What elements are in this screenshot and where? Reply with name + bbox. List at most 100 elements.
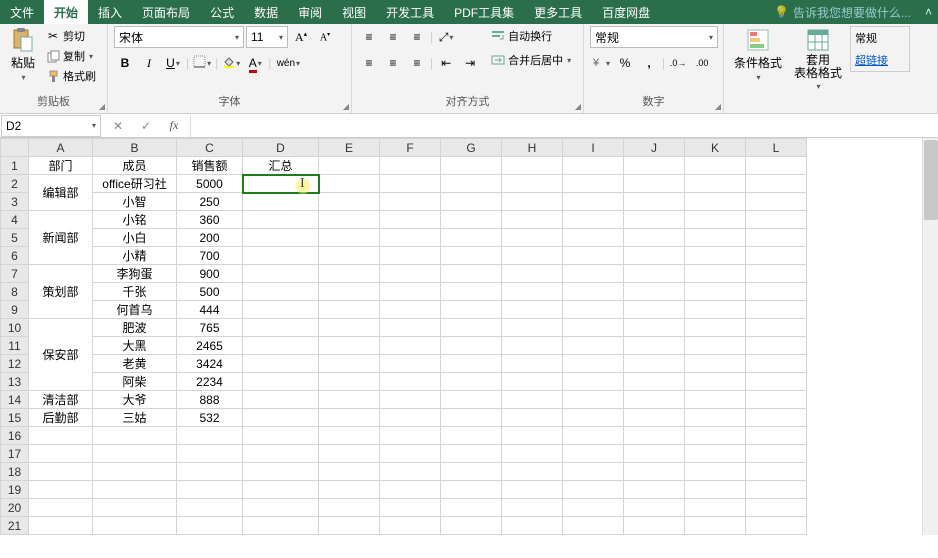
col-header-G[interactable]: G (441, 139, 502, 157)
cell-I7[interactable] (563, 265, 624, 283)
cell-D17[interactable] (243, 445, 319, 463)
row-header-21[interactable]: 21 (1, 517, 29, 535)
cell-C1[interactable]: 销售额 (177, 157, 243, 175)
cell-B6[interactable]: 小精 (93, 247, 177, 265)
cell-D18[interactable] (243, 463, 319, 481)
cell-L6[interactable] (746, 247, 807, 265)
cell-K1[interactable] (685, 157, 746, 175)
cell-B10[interactable]: 肥波 (93, 319, 177, 337)
col-header-E[interactable]: E (319, 139, 380, 157)
cell-style-normal[interactable]: 常规 (851, 27, 909, 49)
cell-F9[interactable] (380, 301, 441, 319)
cell-F21[interactable] (380, 517, 441, 535)
cell-E12[interactable] (319, 355, 380, 373)
cell-L15[interactable] (746, 409, 807, 427)
cell-C15[interactable]: 532 (177, 409, 243, 427)
cell-I16[interactable] (563, 427, 624, 445)
cell-K2[interactable] (685, 175, 746, 193)
col-header-A[interactable]: A (29, 139, 93, 157)
cell-C8[interactable]: 500 (177, 283, 243, 301)
cell-E21[interactable] (319, 517, 380, 535)
cell-L21[interactable] (746, 517, 807, 535)
col-header-K[interactable]: K (685, 139, 746, 157)
row-header-4[interactable]: 4 (1, 211, 29, 229)
cell-J10[interactable] (624, 319, 685, 337)
cell-H18[interactable] (502, 463, 563, 481)
cell-A20[interactable] (29, 499, 93, 517)
cell-I6[interactable] (563, 247, 624, 265)
cell-I14[interactable] (563, 391, 624, 409)
cell-E1[interactable] (319, 157, 380, 175)
align-middle-button[interactable]: ≡ (382, 26, 404, 48)
grid[interactable]: ABCDEFGHIJKL1部门成员销售额汇总2编辑部office研习社50003… (0, 138, 807, 535)
cell-J16[interactable] (624, 427, 685, 445)
cell-K18[interactable] (685, 463, 746, 481)
cell-I15[interactable] (563, 409, 624, 427)
fill-color-button[interactable]: ▾ (220, 52, 242, 74)
phonetic-button[interactable]: wén▾ (273, 52, 303, 74)
increase-font-button[interactable]: A▴ (290, 26, 312, 48)
name-box[interactable]: D2 ▾ (1, 115, 101, 137)
tab-pdf-tools[interactable]: PDF工具集 (444, 0, 524, 24)
cell-J11[interactable] (624, 337, 685, 355)
cell-L17[interactable] (746, 445, 807, 463)
increase-decimal-button[interactable]: .0→ (667, 52, 689, 74)
cut-button[interactable]: ✂ 剪切 (44, 26, 98, 46)
cell-I17[interactable] (563, 445, 624, 463)
cell-K12[interactable] (685, 355, 746, 373)
cell-C9[interactable]: 444 (177, 301, 243, 319)
cell-I20[interactable] (563, 499, 624, 517)
cell-E9[interactable] (319, 301, 380, 319)
align-bottom-button[interactable]: ≡ (406, 26, 428, 48)
cell-K6[interactable] (685, 247, 746, 265)
cell-L10[interactable] (746, 319, 807, 337)
ribbon-collapse-button[interactable]: ˄ (919, 0, 938, 24)
cell-D3[interactable] (243, 193, 319, 211)
cell-F12[interactable] (380, 355, 441, 373)
cell-K16[interactable] (685, 427, 746, 445)
row-header-5[interactable]: 5 (1, 229, 29, 247)
cell-F11[interactable] (380, 337, 441, 355)
cell-K9[interactable] (685, 301, 746, 319)
cell-D8[interactable] (243, 283, 319, 301)
row-header-13[interactable]: 13 (1, 373, 29, 391)
cell-J6[interactable] (624, 247, 685, 265)
cell-style-hyperlink[interactable]: 超链接 (851, 49, 909, 71)
cell-G20[interactable] (441, 499, 502, 517)
cell-C18[interactable] (177, 463, 243, 481)
cell-L7[interactable] (746, 265, 807, 283)
font-size-select[interactable]: 11 ▾ (246, 26, 288, 48)
cell-E18[interactable] (319, 463, 380, 481)
cell-K7[interactable] (685, 265, 746, 283)
cell-C21[interactable] (177, 517, 243, 535)
cell-D16[interactable] (243, 427, 319, 445)
col-header-J[interactable]: J (624, 139, 685, 157)
cell-F6[interactable] (380, 247, 441, 265)
merge-center-button[interactable]: 合并后居中 ▾ (489, 50, 573, 70)
cell-H5[interactable] (502, 229, 563, 247)
cell-J21[interactable] (624, 517, 685, 535)
cell-E19[interactable] (319, 481, 380, 499)
cell-A16[interactable] (29, 427, 93, 445)
cell-B9[interactable]: 何首乌 (93, 301, 177, 319)
cell-F2[interactable] (380, 175, 441, 193)
cell-L3[interactable] (746, 193, 807, 211)
cell-H4[interactable] (502, 211, 563, 229)
cell-E13[interactable] (319, 373, 380, 391)
cell-H11[interactable] (502, 337, 563, 355)
cell-B16[interactable] (93, 427, 177, 445)
cell-F18[interactable] (380, 463, 441, 481)
cell-C10[interactable]: 765 (177, 319, 243, 337)
align-top-button[interactable]: ≡ (358, 26, 380, 48)
cell-A14[interactable]: 清洁部 (29, 391, 93, 409)
row-header-3[interactable]: 3 (1, 193, 29, 211)
cell-H21[interactable] (502, 517, 563, 535)
cell-I1[interactable] (563, 157, 624, 175)
cell-B15[interactable]: 三姑 (93, 409, 177, 427)
tab-formulas[interactable]: 公式 (200, 0, 244, 24)
cell-F17[interactable] (380, 445, 441, 463)
row-header-19[interactable]: 19 (1, 481, 29, 499)
col-header-D[interactable]: D (243, 139, 319, 157)
cell-L8[interactable] (746, 283, 807, 301)
decrease-indent-button[interactable]: ⇤ (435, 52, 457, 74)
